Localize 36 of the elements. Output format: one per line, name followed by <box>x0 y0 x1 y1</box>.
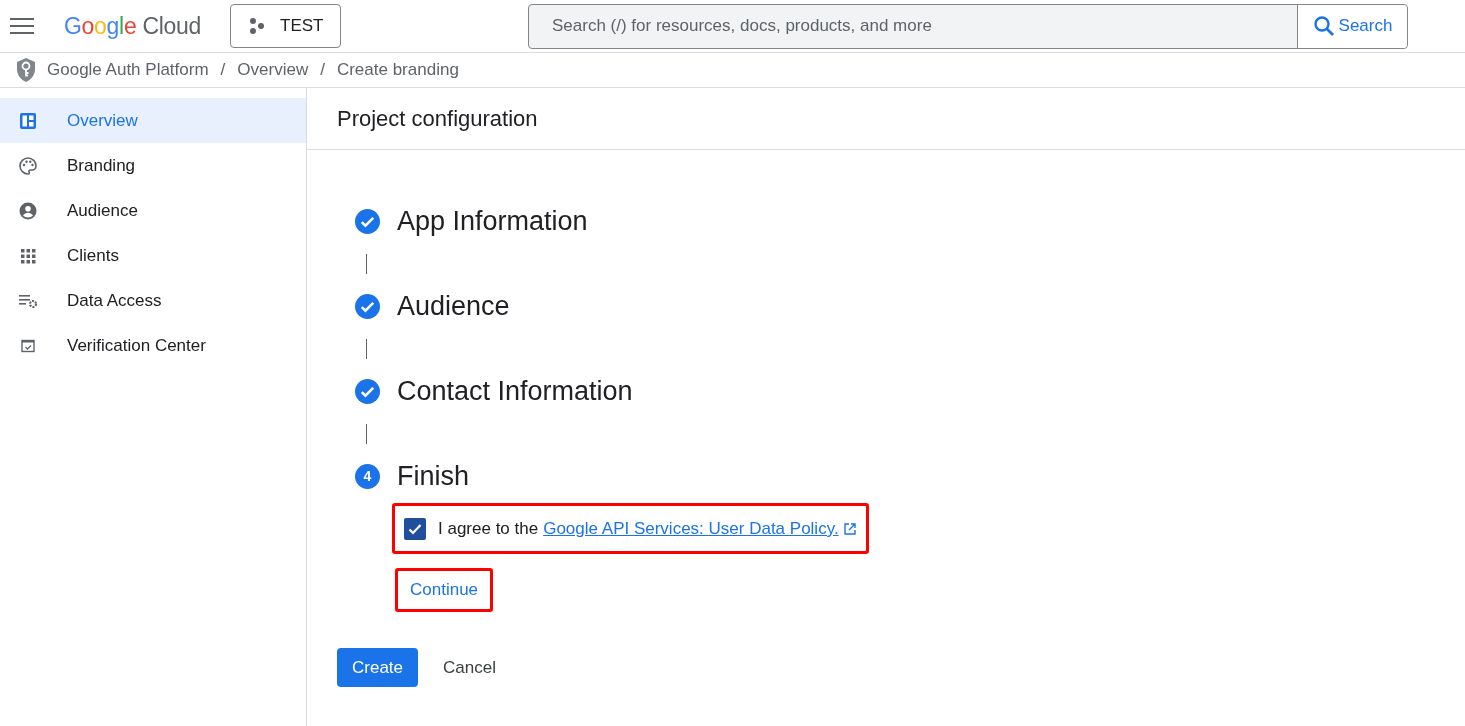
step-title: Audience <box>397 289 510 323</box>
search-icon <box>1312 15 1335 37</box>
breadcrumb-separator: / <box>320 59 325 82</box>
agreement-checkbox[interactable] <box>404 517 426 540</box>
google-cloud-logo[interactable]: Google Cloud <box>64 8 201 44</box>
breadcrumb-separator: / <box>220 59 226 82</box>
calendar-check-icon <box>20 337 36 354</box>
sidebar-item[interactable]: Verification Center <box>0 323 306 368</box>
project-picker[interactable]: TEST <box>230 4 341 48</box>
sidebar-item[interactable]: Clients <box>0 233 306 278</box>
person-icon <box>18 200 38 221</box>
palette-icon <box>18 155 38 176</box>
search-field[interactable]: Search (/) for resources, docs, products, and more Search <box>528 3 1408 49</box>
sidebar-item[interactable]: Data Access <box>0 278 306 323</box>
sidebar-item[interactable]: Overview <box>0 98 306 143</box>
sidebar-item[interactable]: Branding <box>0 143 306 188</box>
step-title: Contact Information <box>397 374 633 408</box>
step-number: 4 <box>355 463 380 489</box>
breadcrumb-link[interactable]: Google Auth Platform <box>47 57 209 83</box>
shield-key-icon <box>15 57 37 83</box>
project-icon <box>248 17 266 35</box>
agreement-label: I agree to the <box>438 517 539 540</box>
policy-link[interactable]: Google API Services: User Data Policy. <box>543 515 839 542</box>
breadcrumb-link[interactable]: Overview <box>237 57 309 83</box>
step-title: Finish <box>397 459 470 493</box>
page-title: Project configuration <box>337 105 538 133</box>
search-button[interactable]: Search <box>1297 4 1407 48</box>
external-link-icon <box>842 521 857 536</box>
sidebar-item[interactable]: Audience <box>0 188 306 233</box>
cancel-button[interactable]: Cancel <box>426 648 513 687</box>
create-button[interactable]: Create <box>337 648 419 687</box>
menu-icon[interactable] <box>10 17 34 35</box>
breadcrumb-link[interactable]: Create branding <box>336 57 459 83</box>
grid-icon <box>19 246 37 265</box>
step-title: App Information <box>397 204 588 238</box>
dashboard-icon <box>19 111 37 130</box>
